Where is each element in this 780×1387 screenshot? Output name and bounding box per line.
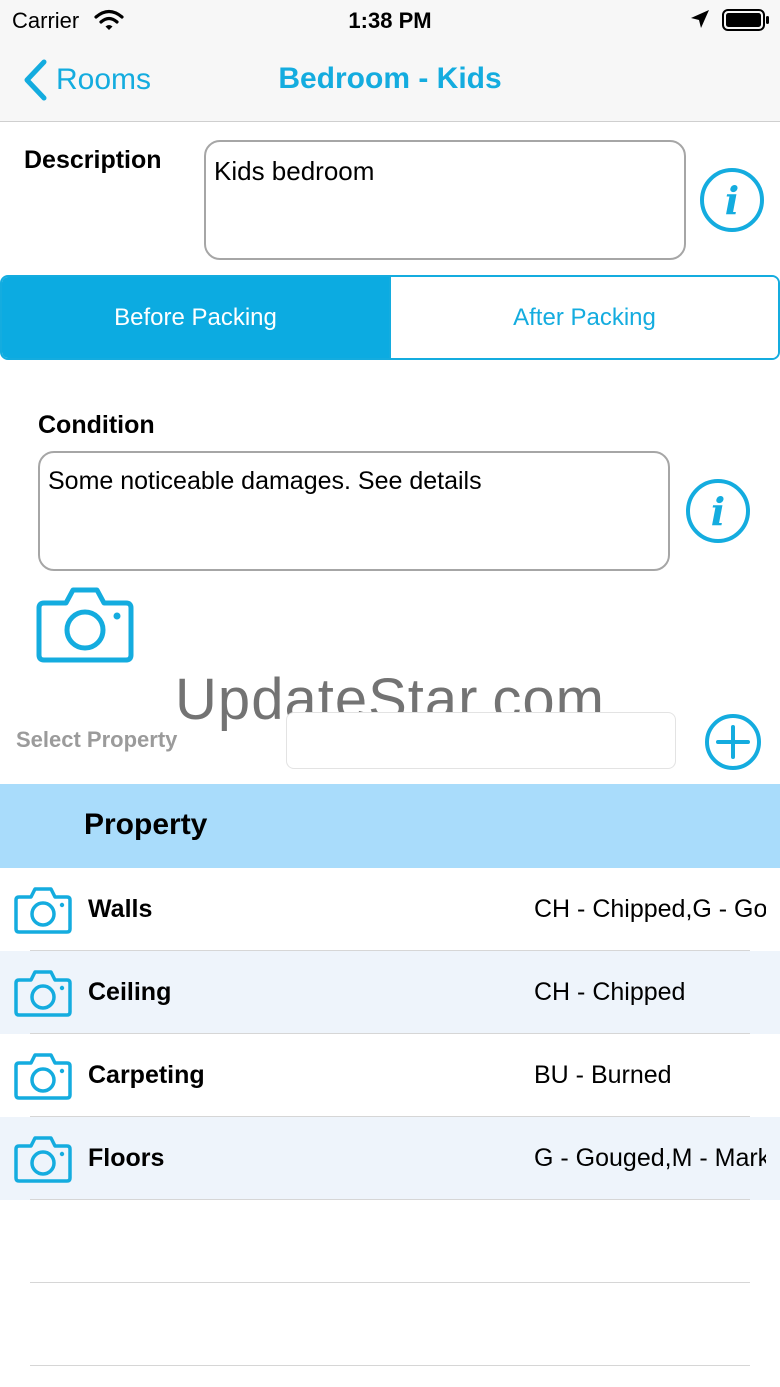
property-condition: BU - Burned: [534, 1061, 672, 1089]
camera-icon[interactable]: [14, 886, 72, 934]
camera-icon[interactable]: [14, 969, 72, 1017]
camera-icon[interactable]: [14, 1135, 72, 1183]
svg-text:i: i: [725, 178, 739, 223]
property-name: Walls: [88, 895, 153, 923]
navigation-bar: Rooms Bedroom - Kids: [0, 40, 780, 122]
condition-label: Condition: [38, 411, 155, 439]
camera-icon[interactable]: [14, 1052, 72, 1100]
tab-before-packing[interactable]: Before Packing: [2, 277, 389, 358]
row-separator: [30, 1365, 750, 1366]
packing-segmented-control: Before Packing After Packing: [0, 275, 780, 360]
battery-icon: [722, 9, 769, 31]
table-row[interactable]: Walls CH - Chipped,G - Gouged: [0, 868, 780, 951]
page-title: Bedroom - Kids: [278, 62, 502, 95]
property-table-header: Property: [0, 784, 780, 868]
condition-field[interactable]: Some noticeable damages. See details: [38, 451, 670, 571]
condition-info-icon[interactable]: i: [684, 477, 752, 545]
table-row[interactable]: Ceiling CH - Chipped: [0, 951, 780, 1034]
description-field[interactable]: Kids bedroom: [204, 140, 686, 260]
row-separator: [30, 1199, 750, 1200]
plus-circle-icon[interactable]: [704, 713, 762, 771]
property-name: Carpeting: [88, 1061, 205, 1089]
table-row[interactable]: Carpeting BU - Burned: [0, 1034, 780, 1117]
tab-after-packing[interactable]: After Packing: [389, 277, 778, 358]
property-condition: G - Gouged,M - Marked: [534, 1144, 766, 1172]
property-name: Ceiling: [88, 978, 172, 1006]
property-header-label: Property: [84, 808, 208, 841]
select-property-input[interactable]: [286, 712, 676, 769]
camera-icon[interactable]: [36, 585, 134, 663]
select-property-label: Select Property: [16, 727, 178, 752]
row-separator: [30, 1282, 750, 1283]
clock: 1:38 PM: [348, 8, 432, 33]
property-condition: CH - Chipped,G - Gouged: [534, 895, 766, 923]
description-info-icon[interactable]: i: [698, 166, 766, 234]
location-arrow-icon: [691, 10, 709, 28]
property-condition: CH - Chipped: [534, 978, 686, 1006]
property-name: Floors: [88, 1144, 165, 1172]
status-bar: Carrier 1:38 PM: [0, 0, 780, 40]
svg-text:i: i: [711, 489, 725, 534]
description-label: Description: [24, 146, 162, 174]
table-row[interactable]: Floors G - Gouged,M - Marked: [0, 1117, 780, 1200]
